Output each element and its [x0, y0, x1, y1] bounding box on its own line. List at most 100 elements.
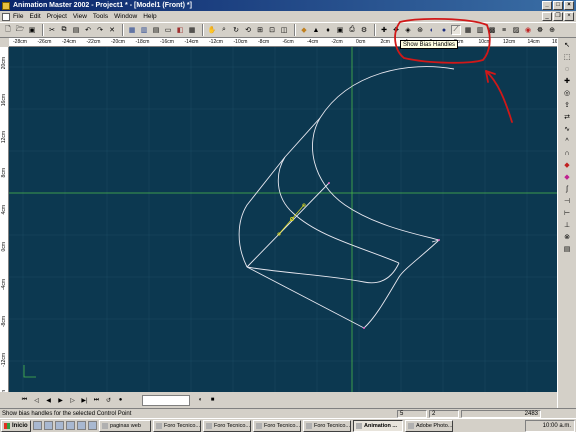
- select-icon[interactable]: ↖: [562, 40, 572, 50]
- rotate-icon[interactable]: ⊛: [415, 25, 425, 35]
- menu-help[interactable]: Help: [143, 13, 156, 20]
- undo-icon[interactable]: ↶: [83, 25, 93, 35]
- control-point[interactable]: [328, 182, 330, 184]
- taskbar-task[interactable]: paginas web: [99, 419, 151, 432]
- delete-icon[interactable]: ✕: [107, 25, 117, 35]
- cp-color-icon[interactable]: ◆: [562, 172, 572, 182]
- group-select-icon[interactable]: ⬚: [562, 52, 572, 62]
- muscle-mode-icon[interactable]: ▲: [311, 25, 321, 35]
- skeletal-mode-icon[interactable]: ♦: [323, 25, 333, 35]
- bank-icon[interactable]: ⟲: [243, 25, 253, 35]
- show-bias-handles-icon[interactable]: ⟋: [451, 25, 461, 35]
- last-frame-icon[interactable]: ⏭: [92, 396, 101, 405]
- save-icon[interactable]: ▣: [27, 25, 37, 35]
- camera-icon[interactable]: ◫: [279, 25, 289, 35]
- maximize-button[interactable]: □: [553, 1, 563, 10]
- bone-icon[interactable]: ◆: [562, 160, 572, 170]
- taskbar-task[interactable]: Foro Tecnico...: [253, 419, 301, 432]
- mdi-close-button[interactable]: ×: [564, 12, 574, 21]
- lock-icon[interactable]: ▣: [335, 25, 345, 35]
- taskbar-task[interactable]: Foro Tecnico...: [303, 419, 351, 432]
- taskbar-task[interactable]: Foro Tecnico...: [203, 419, 251, 432]
- add-mode-icon[interactable]: ✚: [379, 25, 389, 35]
- prev-frame-icon[interactable]: ◀: [44, 396, 53, 405]
- magnet-icon[interactable]: ∩: [562, 148, 572, 158]
- help-icon[interactable]: ⊕: [547, 25, 557, 35]
- menu-file[interactable]: File: [13, 13, 23, 20]
- extrude-icon[interactable]: ⇪: [562, 100, 572, 110]
- minimize-button[interactable]: _: [542, 1, 552, 10]
- project-workspace-icon[interactable]: ▦: [127, 25, 137, 35]
- frame-step-icon[interactable]: ◐: [196, 396, 205, 405]
- bone-mode-icon[interactable]: ◆: [299, 25, 309, 35]
- move-icon[interactable]: ✥: [391, 25, 401, 35]
- mdi-restore-button[interactable]: ❐: [553, 12, 563, 21]
- record-icon[interactable]: ●: [116, 396, 125, 405]
- detach-icon[interactable]: ⊣: [562, 196, 572, 206]
- print-icon[interactable]: ⎙: [347, 25, 357, 35]
- open-folder-icon[interactable]: 🗁: [15, 25, 25, 35]
- decal-icon[interactable]: ◉: [523, 25, 533, 35]
- lasso-icon[interactable]: ◌: [562, 64, 572, 74]
- taskbar-task[interactable]: Foro Tecnico...: [153, 419, 201, 432]
- zoom-icon[interactable]: ⌕: [219, 25, 229, 35]
- cut-icon[interactable]: ✂: [47, 25, 57, 35]
- flip-icon[interactable]: ⇄: [562, 112, 572, 122]
- document-icon[interactable]: [2, 12, 10, 21]
- quicklaunch-media-icon[interactable]: [88, 421, 97, 430]
- shaded-mode-icon[interactable]: ◐: [427, 25, 437, 35]
- control-point[interactable]: [438, 239, 440, 241]
- weld-icon[interactable]: ⊗: [562, 232, 572, 242]
- loop-icon[interactable]: ↺: [104, 396, 113, 405]
- new-file-icon[interactable]: 🗋: [3, 25, 13, 35]
- timeline-icon[interactable]: ▭: [163, 25, 173, 35]
- menu-view[interactable]: View: [73, 13, 87, 20]
- start-button[interactable]: Inicio: [1, 419, 31, 432]
- menu-edit[interactable]: Edit: [29, 13, 40, 20]
- prev-key-icon[interactable]: ◁: [32, 396, 41, 405]
- control-point[interactable]: [363, 327, 365, 329]
- lathe-icon[interactable]: ◎: [562, 88, 572, 98]
- taskbar-task[interactable]: Animation ...: [353, 419, 403, 432]
- smooth-icon[interactable]: ∿: [562, 124, 572, 134]
- quicklaunch-app-icon[interactable]: [77, 421, 86, 430]
- frame-field[interactable]: [142, 394, 190, 406]
- hook-icon[interactable]: ʃ: [562, 184, 572, 194]
- turn-icon[interactable]: ↻: [231, 25, 241, 35]
- hand-icon[interactable]: ✋: [207, 25, 217, 35]
- play-icon[interactable]: ▶: [56, 396, 65, 405]
- stop-icon[interactable]: ■: [208, 396, 217, 405]
- options-icon[interactable]: ⚙: [359, 25, 369, 35]
- library-icon[interactable]: ▥: [139, 25, 149, 35]
- menu-window[interactable]: Window: [114, 13, 137, 20]
- scale-icon[interactable]: ◈: [403, 25, 413, 35]
- view-select-icon[interactable]: ⊡: [267, 25, 277, 35]
- first-frame-icon[interactable]: ⏮: [20, 396, 29, 405]
- taskbar-task[interactable]: Adobe Photo...: [405, 419, 453, 432]
- quicklaunch-explorer-icon[interactable]: [66, 421, 75, 430]
- group-icon[interactable]: ▥: [475, 25, 485, 35]
- menu-tools[interactable]: Tools: [93, 13, 108, 20]
- render-icon[interactable]: ▦: [187, 25, 197, 35]
- patch-fill-icon[interactable]: ▤: [562, 244, 572, 254]
- menu-project[interactable]: Project: [47, 13, 67, 20]
- insert-icon[interactable]: ⊢: [562, 208, 572, 218]
- choreography-icon[interactable]: ◧: [175, 25, 185, 35]
- close-button[interactable]: ×: [564, 1, 574, 10]
- viewport-canvas[interactable]: [9, 47, 557, 392]
- patch-icon[interactable]: ▩: [487, 25, 497, 35]
- wireframe-icon[interactable]: ▨: [511, 25, 521, 35]
- paste-icon[interactable]: ▤: [71, 25, 81, 35]
- copy-icon[interactable]: ⧉: [59, 25, 69, 35]
- next-key-icon[interactable]: ▶|: [80, 396, 89, 405]
- grid-icon[interactable]: ▦: [463, 25, 473, 35]
- next-frame-icon[interactable]: ▷: [68, 396, 77, 405]
- peak-icon[interactable]: ^: [562, 136, 572, 146]
- add-spline-icon[interactable]: ✚: [562, 76, 572, 86]
- model-viewport[interactable]: [9, 47, 557, 392]
- zoom-fit-icon[interactable]: ⊞: [255, 25, 265, 35]
- redo-icon[interactable]: ↷: [95, 25, 105, 35]
- mdi-minimize-button[interactable]: _: [542, 12, 552, 21]
- normals-icon[interactable]: ≡: [499, 25, 509, 35]
- break-icon[interactable]: ⊥: [562, 220, 572, 230]
